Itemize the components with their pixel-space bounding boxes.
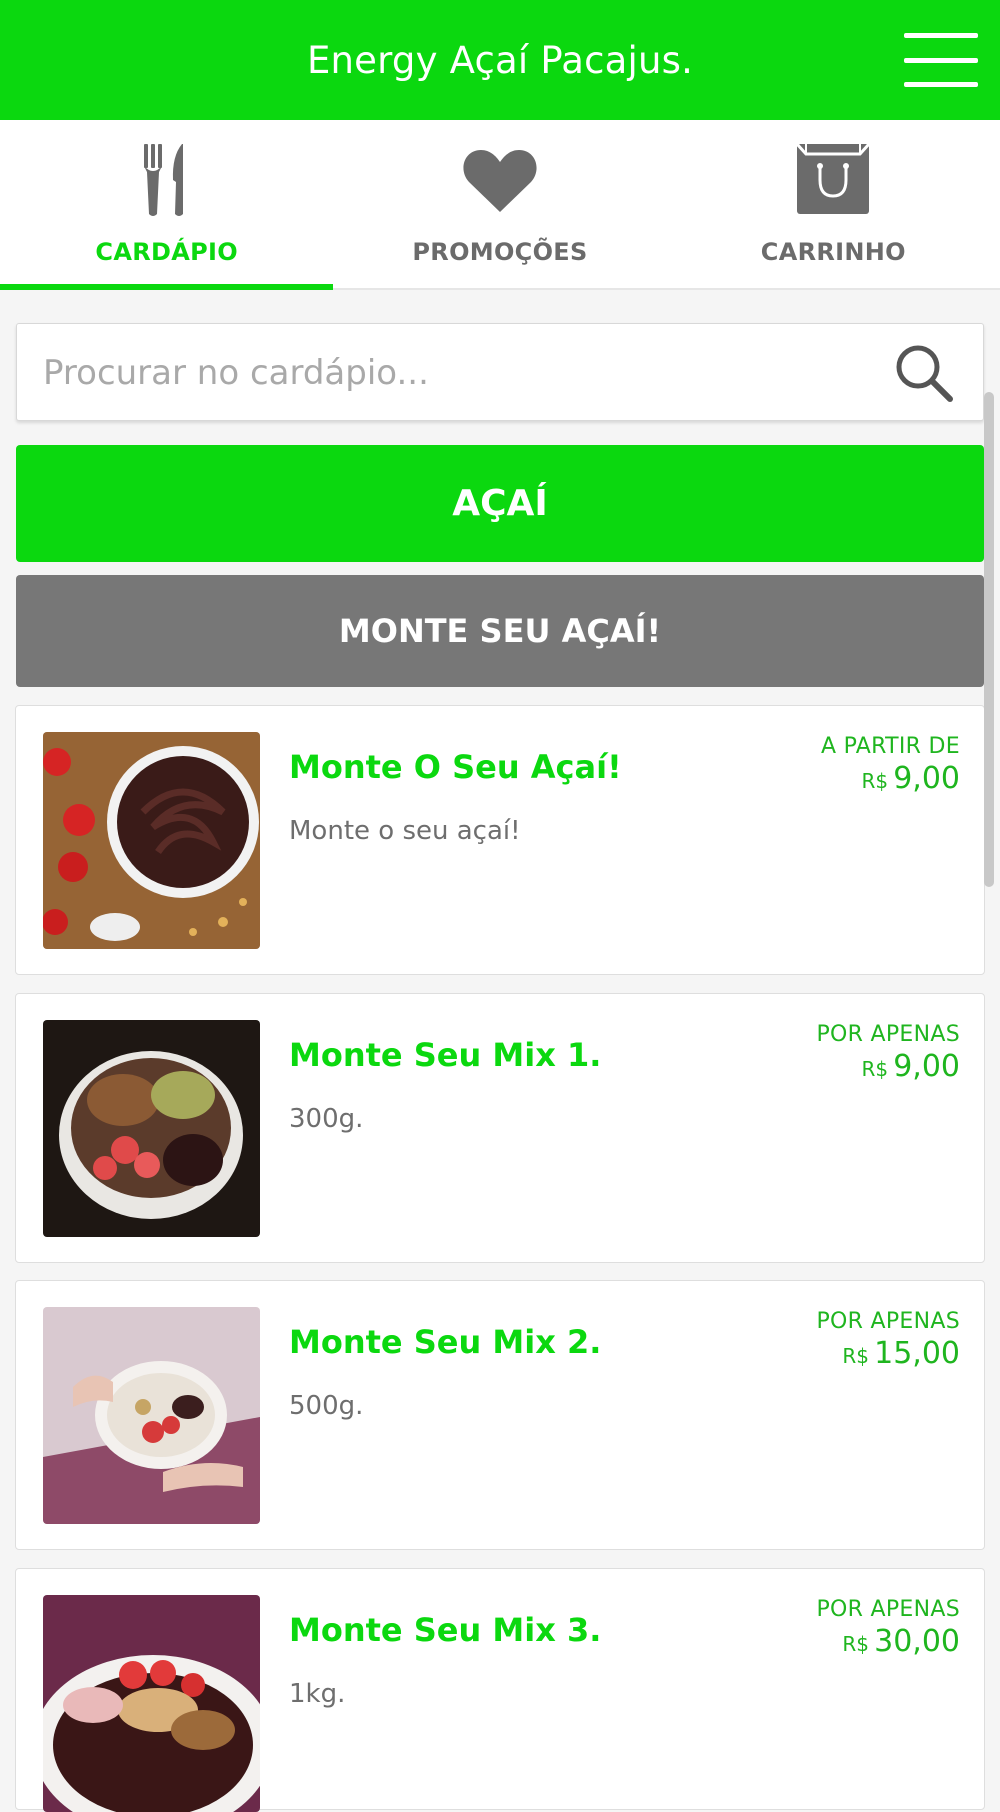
product-price: A PARTIR DE R$ 9,00 <box>821 734 960 796</box>
price-amount: 9,00 <box>893 761 960 796</box>
tab-promocoes[interactable]: PROMOÇÕES <box>333 120 666 288</box>
product-image-acai-bowl <box>43 732 260 949</box>
price-currency: R$ <box>842 1632 870 1656</box>
scrollbar-thumb[interactable] <box>984 392 994 887</box>
product-card[interactable]: Monte Seu Mix 3. 1kg. POR APENAS R$ 30,0… <box>15 1568 985 1812</box>
price-currency: R$ <box>861 769 889 793</box>
store-title: Energy Açaí Pacajus. <box>306 38 694 82</box>
tab-carrinho-label: CARRINHO <box>760 238 906 266</box>
product-card[interactable]: Monte Seu Mix 1. 300g. POR APENAS R$ 9,0… <box>15 993 985 1263</box>
tab-carrinho[interactable]: CARRINHO <box>667 120 1000 288</box>
tab-cardapio[interactable]: CARDÁPIO <box>0 120 334 290</box>
product-image-mix-2 <box>43 1307 260 1524</box>
category-monte-label: MONTE SEU AÇAÍ! <box>338 612 662 650</box>
tab-cardapio-label: CARDÁPIO <box>95 238 238 266</box>
price-currency: R$ <box>861 1057 889 1081</box>
price-amount: 30,00 <box>874 1624 960 1659</box>
product-name: Monte O Seu Açaí! <box>289 748 622 786</box>
search-box <box>16 323 984 421</box>
product-description: Monte o seu açaí! <box>289 816 521 846</box>
price-currency: R$ <box>842 1344 870 1368</box>
top-bar: Energy Açaí Pacajus. <box>0 0 1000 120</box>
category-acai-button[interactable]: AÇAÍ <box>16 445 984 562</box>
product-image-mix-3 <box>43 1595 260 1812</box>
search-icon[interactable] <box>893 342 955 408</box>
product-description: 300g. <box>289 1104 364 1134</box>
price-label: A PARTIR DE <box>821 734 960 759</box>
price-label: POR APENAS <box>816 1022 960 1047</box>
price-amount: 15,00 <box>874 1336 960 1371</box>
heart-icon <box>462 142 538 218</box>
product-name: Monte Seu Mix 1. <box>289 1036 602 1074</box>
shopping-bag-icon <box>796 142 871 220</box>
search-input[interactable] <box>41 342 865 404</box>
product-name: Monte Seu Mix 2. <box>289 1323 602 1361</box>
fork-knife-icon <box>142 142 192 222</box>
category-acai-label: AÇAÍ <box>452 483 548 524</box>
hamburger-menu-icon[interactable] <box>904 33 978 87</box>
tab-bar: CARDÁPIO PROMOÇÕES CARRINHO <box>0 120 1000 290</box>
price-label: POR APENAS <box>816 1597 960 1622</box>
product-price: POR APENAS R$ 9,00 <box>816 1022 960 1084</box>
product-image-mix-1 <box>43 1020 260 1237</box>
tab-promocoes-label: PROMOÇÕES <box>412 238 588 266</box>
price-label: POR APENAS <box>816 1309 960 1334</box>
product-description: 1kg. <box>289 1679 346 1709</box>
product-card[interactable]: Monte O Seu Açaí! Monte o seu açaí! A PA… <box>15 705 985 975</box>
product-card[interactable]: Monte Seu Mix 2. 500g. POR APENAS R$ 15,… <box>15 1280 985 1550</box>
category-monte-seu-acai-button[interactable]: MONTE SEU AÇAÍ! <box>16 575 984 687</box>
price-amount: 9,00 <box>893 1049 960 1084</box>
product-price: POR APENAS R$ 30,00 <box>816 1597 960 1659</box>
product-name: Monte Seu Mix 3. <box>289 1611 602 1649</box>
product-description: 500g. <box>289 1391 364 1421</box>
product-price: POR APENAS R$ 15,00 <box>816 1309 960 1371</box>
